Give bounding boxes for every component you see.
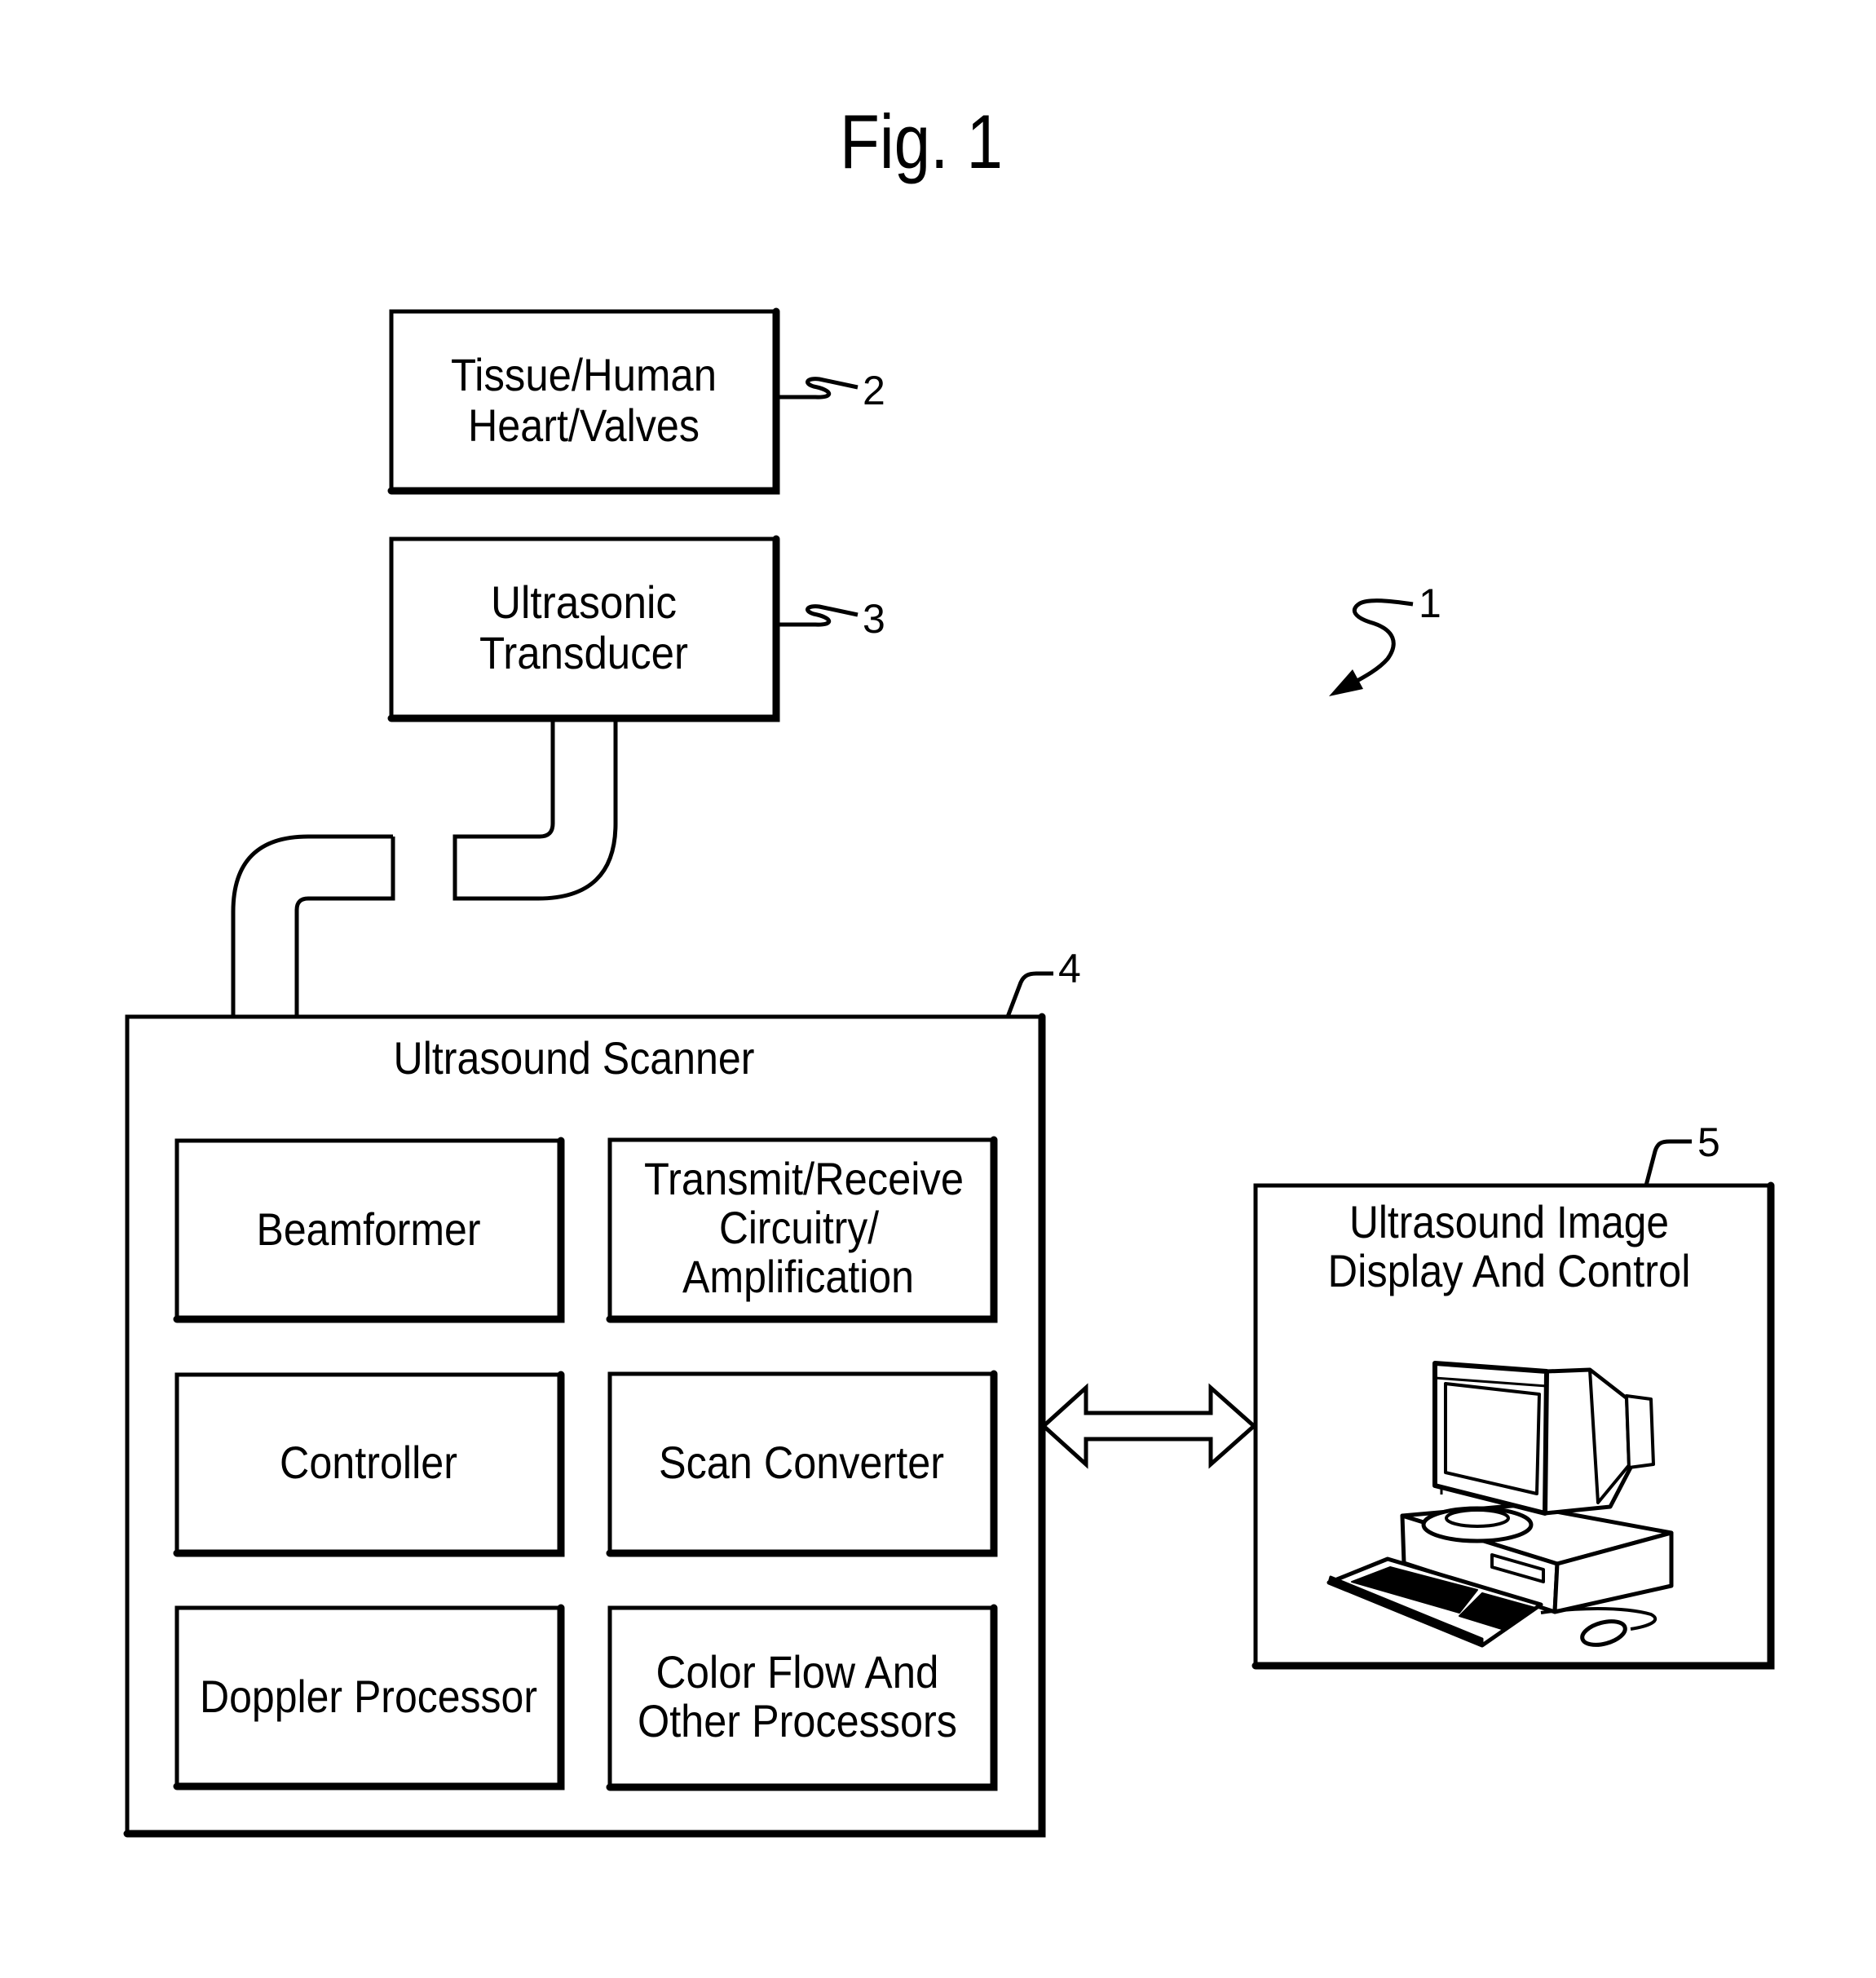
- figure-title: Fig. 1: [840, 99, 1003, 184]
- module-color-flow: Color Flow And Other Processors: [606, 1604, 998, 1791]
- system-ref-number: 1: [1419, 581, 1441, 626]
- desktop-computer-icon: [1326, 1361, 1674, 1648]
- module-label: Doppler Processor: [200, 1671, 537, 1722]
- arrowhead-icon: [1329, 669, 1363, 696]
- system-reference: 1: [1329, 581, 1441, 696]
- cable-upper-segment: [452, 721, 618, 901]
- tissue-leader-line: [779, 377, 859, 400]
- module-controller: Controller: [173, 1371, 565, 1557]
- module-label-line-2: Circuitry/: [719, 1202, 879, 1253]
- scanner-ref-number: 4: [1058, 946, 1081, 991]
- module-label-line-2: Other Processors: [638, 1695, 957, 1746]
- figure-canvas: Fig. 1 Tissue/Human Heart/Valves 2 Ultra…: [123, 99, 1775, 1838]
- system-leader-arrow: [1344, 598, 1414, 690]
- cable-lower-segment: [231, 834, 395, 1017]
- tissue-label-line-2: Heart/Valves: [468, 400, 700, 451]
- module-label: Controller: [280, 1437, 457, 1488]
- display-block: Ultrasound Image Display And Control 5: [1251, 1119, 1775, 1670]
- bidirectional-arrow-icon: [1040, 1383, 1257, 1469]
- module-scan-converter: Scan Converter: [606, 1370, 998, 1557]
- module-doppler-processor: Doppler Processor: [173, 1604, 565, 1790]
- scanner-title: Ultrasound Scanner: [394, 1032, 755, 1084]
- scanner-block: Ultrasound Scanner 4 Beamformer Transmit…: [123, 946, 1081, 1838]
- tissue-ref-number: 2: [863, 368, 885, 413]
- mouse-icon: [1580, 1619, 1627, 1647]
- module-label-line-3: Amplification: [682, 1251, 914, 1302]
- monitor-screen-icon: [1444, 1382, 1541, 1495]
- display-ref-number: 5: [1697, 1119, 1720, 1165]
- transducer-cable: [231, 721, 618, 1017]
- module-beamformer: Beamformer: [173, 1137, 565, 1323]
- transducer-ref-number: 3: [863, 596, 885, 642]
- tissue-block: Tissue/Human Heart/Valves 2: [387, 307, 885, 495]
- module-label-line-1: Transmit/Receive: [644, 1153, 964, 1204]
- module-label: Scan Converter: [659, 1437, 944, 1488]
- display-leader-line: [1644, 1139, 1692, 1186]
- tissue-label-line-1: Tissue/Human: [451, 349, 717, 400]
- module-label-line-1: Color Flow And: [656, 1646, 939, 1698]
- transducer-label-line-1: Ultrasonic: [491, 576, 677, 628]
- module-label: Beamformer: [257, 1203, 481, 1255]
- scanner-leader-line: [1005, 971, 1053, 1018]
- transducer-leader-line: [779, 604, 859, 627]
- module-transmit-receive: Transmit/Receive Circuitry/ Amplificatio…: [606, 1136, 998, 1323]
- display-label-line-1: Ultrasound Image: [1349, 1196, 1669, 1247]
- transducer-label-line-2: Transducer: [479, 627, 688, 678]
- transducer-block: Ultrasonic Transducer 3: [387, 535, 885, 722]
- display-label-line-2: Display And Control: [1328, 1245, 1691, 1296]
